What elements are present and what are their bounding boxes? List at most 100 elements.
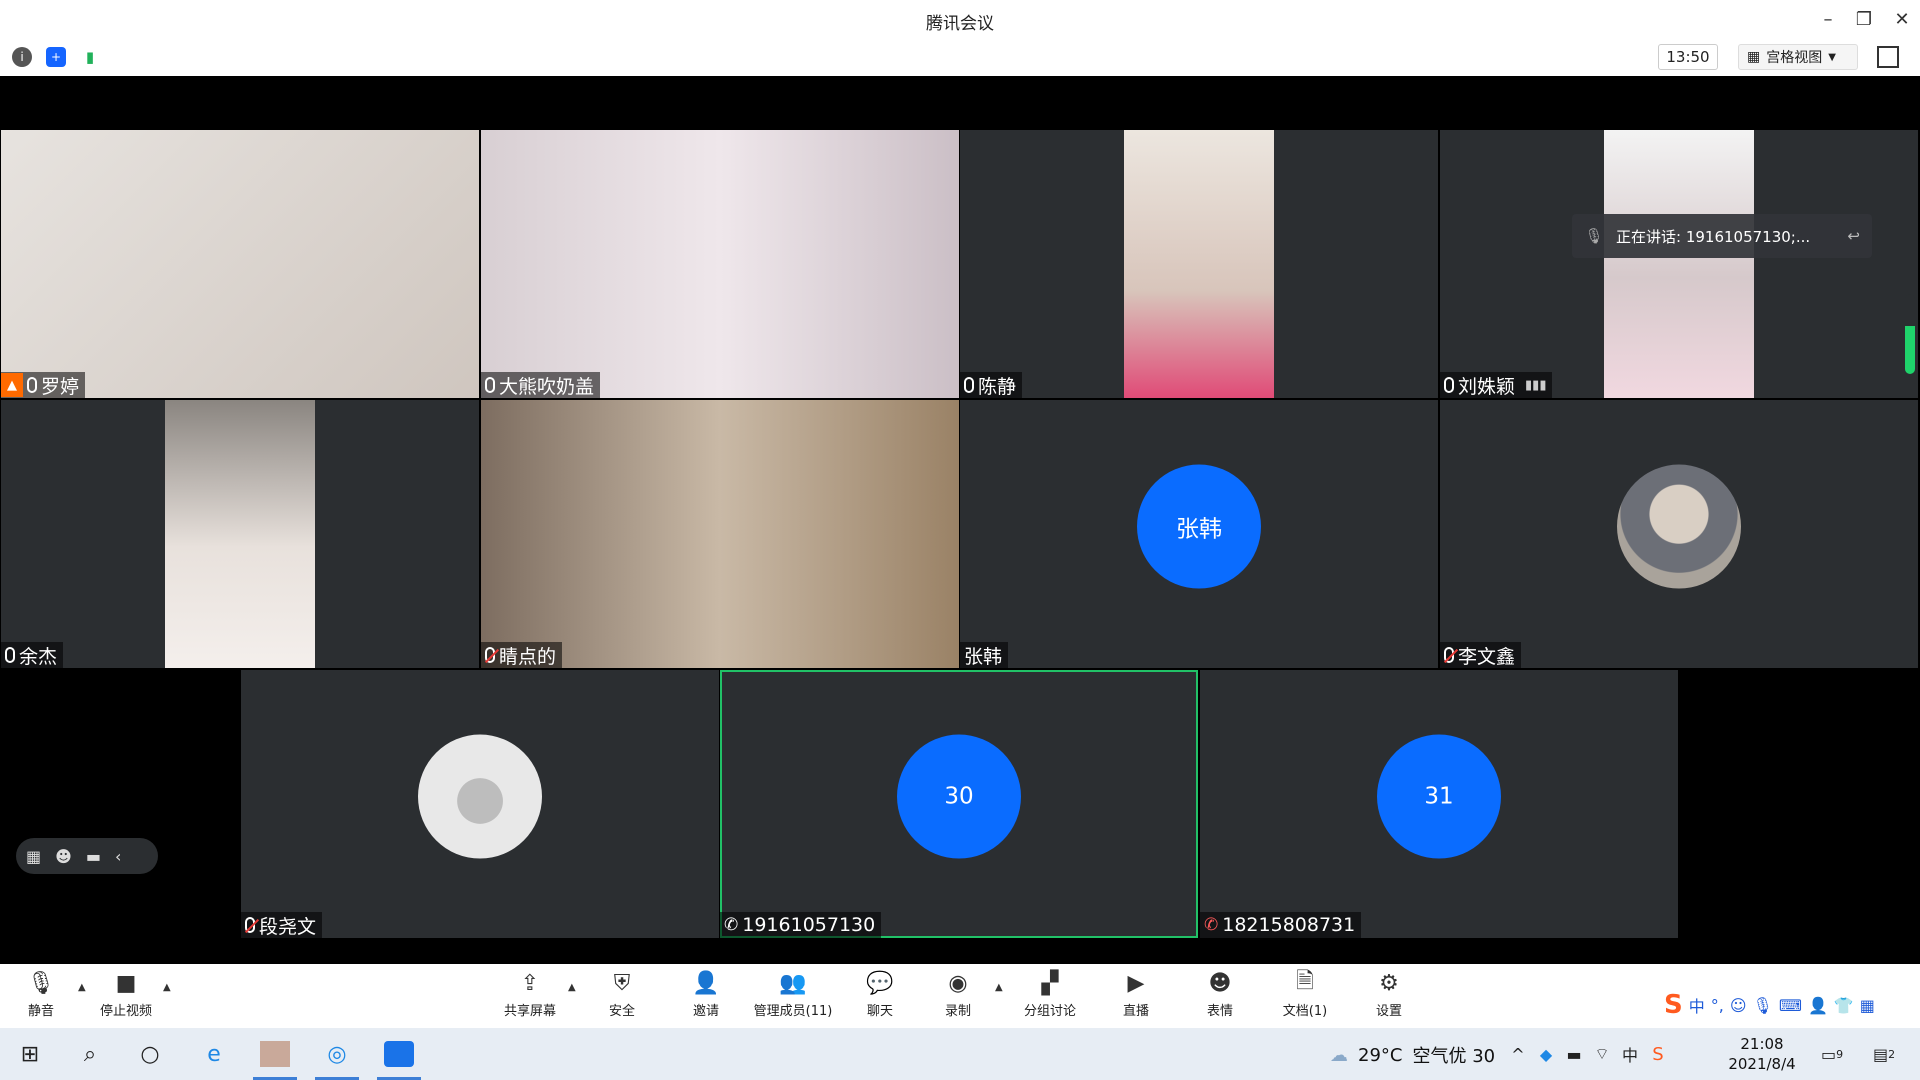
stop-video-button[interactable]: ■ 停止视频 xyxy=(86,970,166,1024)
tencent-meeting-icon[interactable] xyxy=(375,1036,423,1080)
participant-nametag: ✆ 18215808731 xyxy=(1200,912,1362,938)
share-screen-label: 共享屏幕 xyxy=(503,1004,556,1019)
participant-nametag: 余杰 xyxy=(1,642,64,668)
mic-icon: 🎙 xyxy=(1584,227,1604,245)
speaking-text: 正在讲话: 19161057130;... xyxy=(1616,227,1811,246)
participant-tile[interactable]: 睛点的 xyxy=(481,400,959,668)
keyboard-icon[interactable]: ⌨ xyxy=(1779,996,1802,1015)
minimize-button[interactable]: – xyxy=(1810,6,1846,32)
participant-tile[interactable]: 大熊吹奶盖 xyxy=(481,130,959,398)
share-options-caret[interactable]: ▲ xyxy=(568,982,576,993)
record-options-caret[interactable]: ▲ xyxy=(995,982,1003,993)
video-options-caret[interactable]: ▲ xyxy=(163,982,171,993)
view-mode-button[interactable]: ▦ 宫格视图 ▼ xyxy=(1738,44,1858,70)
members-icon: 👥 xyxy=(779,970,807,996)
mic-icon xyxy=(485,377,495,393)
speaking-indicator: 🎙 正在讲话: 19161057130;... ↩ xyxy=(1572,214,1872,258)
photo-app-icon[interactable] xyxy=(251,1036,299,1080)
floating-toolbar: ▦ ☻ ▬ ‹ xyxy=(16,838,158,874)
live-stream-button[interactable]: ▶ 直播 xyxy=(1096,970,1176,1024)
emoji-icon[interactable]: ☺ xyxy=(1730,996,1747,1015)
voice-input-icon[interactable]: 🎙 xyxy=(1753,996,1773,1015)
edge-browser-icon[interactable]: e xyxy=(190,1036,238,1072)
ime-language-label[interactable]: 中 xyxy=(1689,993,1705,1017)
battery-icon[interactable]: ▬ xyxy=(1560,1036,1588,1072)
record-button[interactable]: ◉ 录制 xyxy=(918,970,998,1024)
tray-app-icon[interactable]: ◆ xyxy=(1532,1036,1560,1072)
chevron-left-icon[interactable]: ‹ xyxy=(115,847,121,866)
search-icon[interactable]: ⌕ xyxy=(66,1036,114,1072)
sogou-tray-icon[interactable]: S xyxy=(1644,1036,1672,1072)
breakout-rooms-label: 分组讨论 xyxy=(1023,1004,1076,1019)
restore-button[interactable]: ❐ xyxy=(1846,6,1882,32)
cloud-icon: ☁ xyxy=(1330,1044,1348,1066)
shield-icon[interactable]: + xyxy=(46,47,66,67)
title-bar: 腾讯会议 – ❐ ✕ xyxy=(0,0,1920,38)
participant-tile[interactable]: 刘姝颖 ▮▮▮ xyxy=(1440,130,1918,398)
document-icon: 🗎 xyxy=(1296,969,1314,994)
punctuation-icon[interactable]: °, xyxy=(1711,996,1724,1015)
add-user-icon: 👤 xyxy=(692,970,720,996)
fullscreen-icon[interactable] xyxy=(1877,46,1899,68)
security-button[interactable]: ⛨ 安全 xyxy=(582,970,662,1024)
qq-browser-icon[interactable]: ◎ xyxy=(313,1036,361,1080)
toolbox-icon[interactable]: ▦ xyxy=(1860,996,1875,1015)
info-icon[interactable]: i xyxy=(12,47,32,67)
manage-members-button[interactable]: 👥 管理成员(11) xyxy=(753,970,833,1024)
collapse-icon[interactable]: ↩ xyxy=(1847,227,1860,245)
documents-button[interactable]: 🗎 文档(1) xyxy=(1265,969,1345,1024)
signal-icon[interactable]: ▮ xyxy=(80,47,100,67)
participant-tile[interactable]: ▲ 罗婷 xyxy=(1,130,479,398)
participant-nametag: 段尧文 xyxy=(241,912,323,938)
system-time: 21:08 xyxy=(1740,1035,1784,1053)
manage-members-label: 管理成员(11) xyxy=(753,1004,833,1019)
invite-label: 邀请 xyxy=(692,1004,719,1019)
wifi-icon[interactable]: ⌔ xyxy=(1588,1036,1616,1072)
record-label: 录制 xyxy=(944,1004,971,1019)
view-mode-label: 宫格视图 xyxy=(1766,50,1823,66)
participant-tile[interactable]: 陈静 xyxy=(960,130,1438,398)
settings-label: 设置 xyxy=(1375,1004,1402,1019)
weather-widget[interactable]: ☁ 29°C 空气优 30 xyxy=(1330,1042,1495,1068)
windows-start-icon[interactable]: ⊞ xyxy=(6,1036,54,1072)
signal-strength-icon: ▮▮▮ xyxy=(1525,377,1547,393)
mic-muted-icon xyxy=(245,917,255,933)
window-title: 腾讯会议 xyxy=(926,14,994,34)
participant-tile[interactable]: 余杰 xyxy=(1,400,479,668)
system-clock[interactable]: 21:08 2021/8/4 xyxy=(1722,1034,1802,1074)
breakout-icon: ▞ xyxy=(1041,970,1059,996)
user-icon[interactable]: 👤 xyxy=(1808,996,1828,1015)
sogou-logo-icon[interactable]: S xyxy=(1664,990,1683,1020)
participant-name: 余杰 xyxy=(19,645,58,668)
emoji-icon[interactable]: ☻ xyxy=(55,847,72,866)
grid-icon: ▦ xyxy=(1747,49,1761,65)
chat-bubble-icon[interactable]: ▬ xyxy=(86,847,101,866)
chat-notification-icon[interactable]: ▭ 9 xyxy=(1812,1036,1852,1072)
participant-name: 18215808731 xyxy=(1222,914,1356,936)
ime-language-indicator[interactable]: 中 xyxy=(1616,1036,1644,1072)
breakout-rooms-button[interactable]: ▞ 分组讨论 xyxy=(1010,970,1090,1024)
settings-button[interactable]: ⚙ 设置 xyxy=(1349,970,1429,1024)
participant-tile[interactable]: 30 ✆ 19161057130 xyxy=(720,670,1198,938)
share-screen-button[interactable]: ⇪ 共享屏幕 xyxy=(490,970,570,1024)
close-button[interactable]: ✕ xyxy=(1884,6,1920,32)
mute-options-caret[interactable]: ▲ xyxy=(78,982,86,993)
live-icon: ▶ xyxy=(1127,970,1145,996)
skin-icon[interactable]: 👕 xyxy=(1834,996,1854,1015)
chevron-down-icon: ▼ xyxy=(1828,51,1836,63)
participant-tile[interactable]: ● 段尧文 xyxy=(241,670,719,938)
video-feed xyxy=(1604,130,1754,398)
participant-tile[interactable]: 张韩 张韩 xyxy=(960,400,1438,668)
action-center-icon[interactable]: ▤ 2 xyxy=(1864,1036,1904,1072)
participant-name: 段尧文 xyxy=(259,915,317,938)
chevron-up-icon[interactable]: ^ xyxy=(1504,1036,1532,1072)
chat-button[interactable]: 💬 聊天 xyxy=(840,970,920,1024)
reactions-button[interactable]: ☻ 表情 xyxy=(1180,970,1260,1024)
participant-tile[interactable]: 李文鑫 xyxy=(1440,400,1918,668)
cortana-icon[interactable]: ○ xyxy=(126,1036,174,1072)
invite-button[interactable]: 👤 邀请 xyxy=(666,970,746,1024)
participant-name: 罗婷 xyxy=(41,375,80,398)
layout-icon[interactable]: ▦ xyxy=(26,847,41,866)
participant-tile[interactable]: 31 ✆ 18215808731 xyxy=(1200,670,1678,938)
mute-button[interactable]: 🎙 静音 xyxy=(1,970,81,1024)
